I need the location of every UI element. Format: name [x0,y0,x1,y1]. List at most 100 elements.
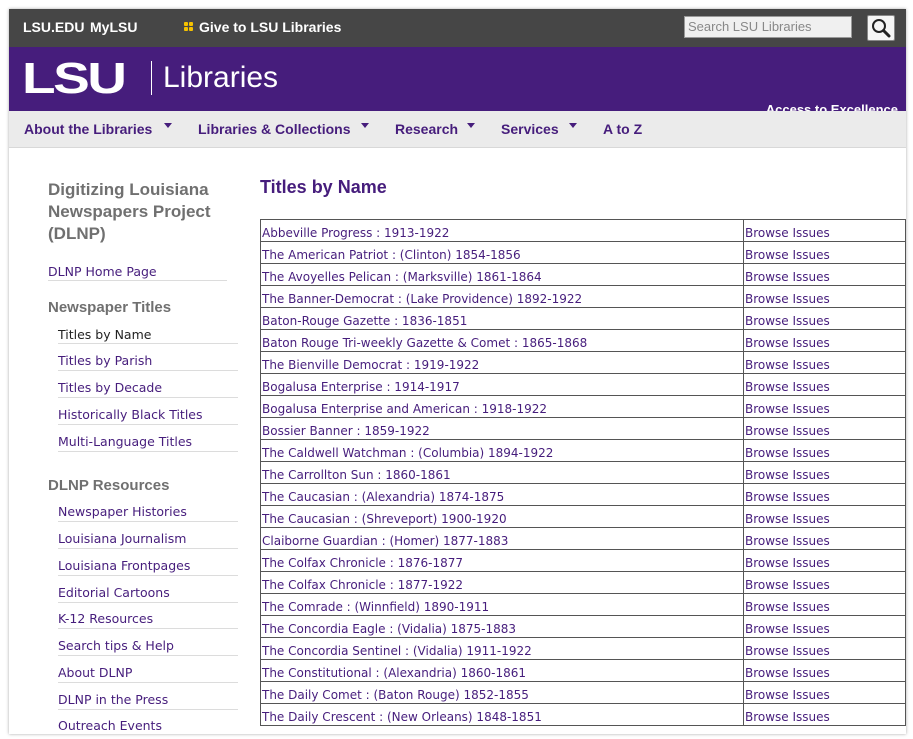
title-link[interactable]: Bogalusa Enterprise : 1914-1917 [260,373,744,396]
title-link[interactable]: Bossier Banner : 1859-1922 [260,417,744,440]
title-link[interactable]: The Caucasian : (Shreveport) 1900-1920 [260,505,744,528]
title-link[interactable]: Baton-Rouge Gazette : 1836-1851 [260,307,744,330]
table-row: The Concordia Eagle : (Vidalia) 1875-188… [260,615,906,638]
table-row: Abbeville Progress : 1913-1922 Browse Iss… [260,219,906,242]
sidebar-item-dlnp-press[interactable]: DLNP in the Press [58,692,168,707]
title-link[interactable]: The American Patriot : (Clinton) 1854-18… [260,241,744,264]
title-link[interactable]: The Avoyelles Pelican : (Marksville) 186… [260,263,744,286]
browse-issues-link[interactable]: Browse Issues [743,263,906,286]
title-link[interactable]: The Colfax Chronicle : 1876-1877 [260,549,744,572]
title-link[interactable]: The Daily Crescent : (New Orleans) 1848-… [260,703,744,726]
browse-issues-link[interactable]: Browse Issues [743,285,906,308]
site-banner: LSU Libraries Access to Excellence [9,47,906,117]
browse-issues-link[interactable]: Browse Issues [743,219,906,242]
table-row: The Carrollton Sun : 1860-1861 Browse Iss… [260,461,906,484]
sidebar-item-newspaper-histories[interactable]: Newspaper Histories [58,504,187,519]
title-link[interactable]: Baton Rouge Tri-weekly Gazette & Comet :… [260,329,744,352]
title-link[interactable]: Bogalusa Enterprise and American : 1918-… [260,395,744,418]
nav-a-to-z[interactable]: A to Z [603,121,642,137]
title-link[interactable]: The Comrade : (Winnfield) 1890-1911 [260,593,744,616]
divider [58,451,238,452]
sidebar-item-titles-by-parish[interactable]: Titles by Parish [58,353,152,368]
table-row: Baton Rouge Tri-weekly Gazette & Comet :… [260,329,906,352]
page-title: Titles by Name [260,177,387,197]
browse-issues-link[interactable]: Browse Issues [743,461,906,484]
divider [48,280,227,281]
table-row: The Caldwell Watchman : (Columbia) 1894-… [260,439,906,462]
sidebar-section-titles: Newspaper Titles [48,299,172,316]
chevron-down-icon[interactable] [164,123,172,128]
browse-issues-link[interactable]: Browse Issues [743,549,906,572]
nav-services[interactable]: Services [501,121,559,137]
browse-issues-link[interactable]: Browse Issues [743,615,906,638]
title-link[interactable]: The Concordia Sentinel : (Vidalia) 1911-… [260,637,744,660]
sidebar-item-k12-resources[interactable]: K-12 Resources [58,611,153,626]
browse-issues-link[interactable]: Browse Issues [743,439,906,462]
main-nav: About the Libraries Libraries & Collecti… [9,111,906,148]
browse-issues-link[interactable]: Browse Issues [743,417,906,440]
nav-about[interactable]: About the Libraries [24,121,152,137]
browse-issues-link[interactable]: Browse Issues [743,703,906,726]
sidebar-item-louisiana-frontpages[interactable]: Louisiana Frontpages [58,558,190,573]
table-row: The Comrade : (Winnfield) 1890-1911 Brows… [260,593,906,616]
table-row: The Daily Crescent : (New Orleans) 1848-… [260,703,906,726]
libraries-logo-text[interactable]: Libraries [163,61,278,95]
sidebar-item-editorial-cartoons[interactable]: Editorial Cartoons [58,585,170,600]
divider [58,521,238,522]
title-link[interactable]: The Colfax Chronicle : 1877-1922 [260,571,744,594]
search-input[interactable]: Search LSU Libraries [684,16,852,38]
browse-issues-link[interactable]: Browse Issues [743,593,906,616]
browse-issues-link[interactable]: Browse Issues [743,527,906,550]
nav-research[interactable]: Research [395,121,458,137]
browse-issues-link[interactable]: Browse Issues [743,329,906,352]
sidebar-item-home[interactable]: DLNP Home Page [48,264,157,279]
sidebar-item-outreach-events[interactable]: Outreach Events [58,718,162,733]
divider [58,602,238,603]
title-link[interactable]: The Bienville Democrat : 1919-1922 [260,351,744,374]
sidebar-item-louisiana-journalism[interactable]: Louisiana Journalism [58,531,186,546]
browse-issues-link[interactable]: Browse Issues [743,373,906,396]
chevron-down-icon[interactable] [467,123,475,128]
table-row: The Daily Comet : (Baton Rouge) 1852-185… [260,681,906,704]
search-button[interactable] [867,15,895,41]
divider [58,343,238,344]
browse-issues-link[interactable]: Browse Issues [743,505,906,528]
browse-issues-link[interactable]: Browse Issues [743,241,906,264]
mylsu-link[interactable]: MyLSU [90,19,137,35]
chevron-down-icon[interactable] [361,123,369,128]
browse-issues-link[interactable]: Browse Issues [743,571,906,594]
browser-page: LSU.EDU MyLSU Give to LSU Libraries Sear… [9,9,906,734]
browse-issues-link[interactable]: Browse Issues [743,681,906,704]
title-link[interactable]: The Constitutional : (Alexandria) 1860-1… [260,659,744,682]
browse-issues-link[interactable]: Browse Issues [743,395,906,418]
browse-issues-link[interactable]: Browse Issues [743,659,906,682]
title-link[interactable]: The Caldwell Watchman : (Columbia) 1894-… [260,439,744,462]
table-row: The Banner-Democrat : (Lake Providence) … [260,285,906,308]
title-link[interactable]: The Banner-Democrat : (Lake Providence) … [260,285,744,308]
browse-issues-link[interactable]: Browse Issues [743,483,906,506]
title-link[interactable]: The Daily Comet : (Baton Rouge) 1852-185… [260,681,744,704]
browse-issues-link[interactable]: Browse Issues [743,307,906,330]
title-link[interactable]: Claiborne Guardian : (Homer) 1877-1883 [260,527,744,550]
title-link[interactable]: The Caucasian : (Alexandria) 1874-1875 [260,483,744,506]
sidebar-item-historically-black[interactable]: Historically Black Titles [58,407,203,422]
title-link[interactable]: Abbeville Progress : 1913-1922 [260,219,744,242]
browse-issues-link[interactable]: Browse Issues [743,637,906,660]
sidebar-item-about-dlnp[interactable]: About DLNP [58,665,132,680]
title-link[interactable]: The Concordia Eagle : (Vidalia) 1875-188… [260,615,744,638]
sidebar-item-multi-language[interactable]: Multi-Language Titles [58,434,192,449]
table-row: Bogalusa Enterprise and American : 1918-… [260,395,906,418]
divider [58,709,238,710]
sidebar-item-titles-by-decade[interactable]: Titles by Decade [58,380,162,395]
lsu-edu-link[interactable]: LSU.EDU [23,19,84,35]
table-row: The Constitutional : (Alexandria) 1860-1… [260,659,906,682]
chevron-down-icon[interactable] [569,123,577,128]
browse-issues-link[interactable]: Browse Issues [743,351,906,374]
table-row: Bossier Banner : 1859-1922 Browse Issues [260,417,906,440]
sidebar-item-titles-by-name[interactable]: Titles by Name [58,327,151,342]
lsu-logo[interactable]: LSU [22,57,127,101]
give-link[interactable]: Give to LSU Libraries [199,19,341,35]
sidebar-item-search-tips[interactable]: Search tips & Help [58,638,174,653]
nav-libraries-collections[interactable]: Libraries & Collections [198,121,350,137]
title-link[interactable]: The Carrollton Sun : 1860-1861 [260,461,744,484]
